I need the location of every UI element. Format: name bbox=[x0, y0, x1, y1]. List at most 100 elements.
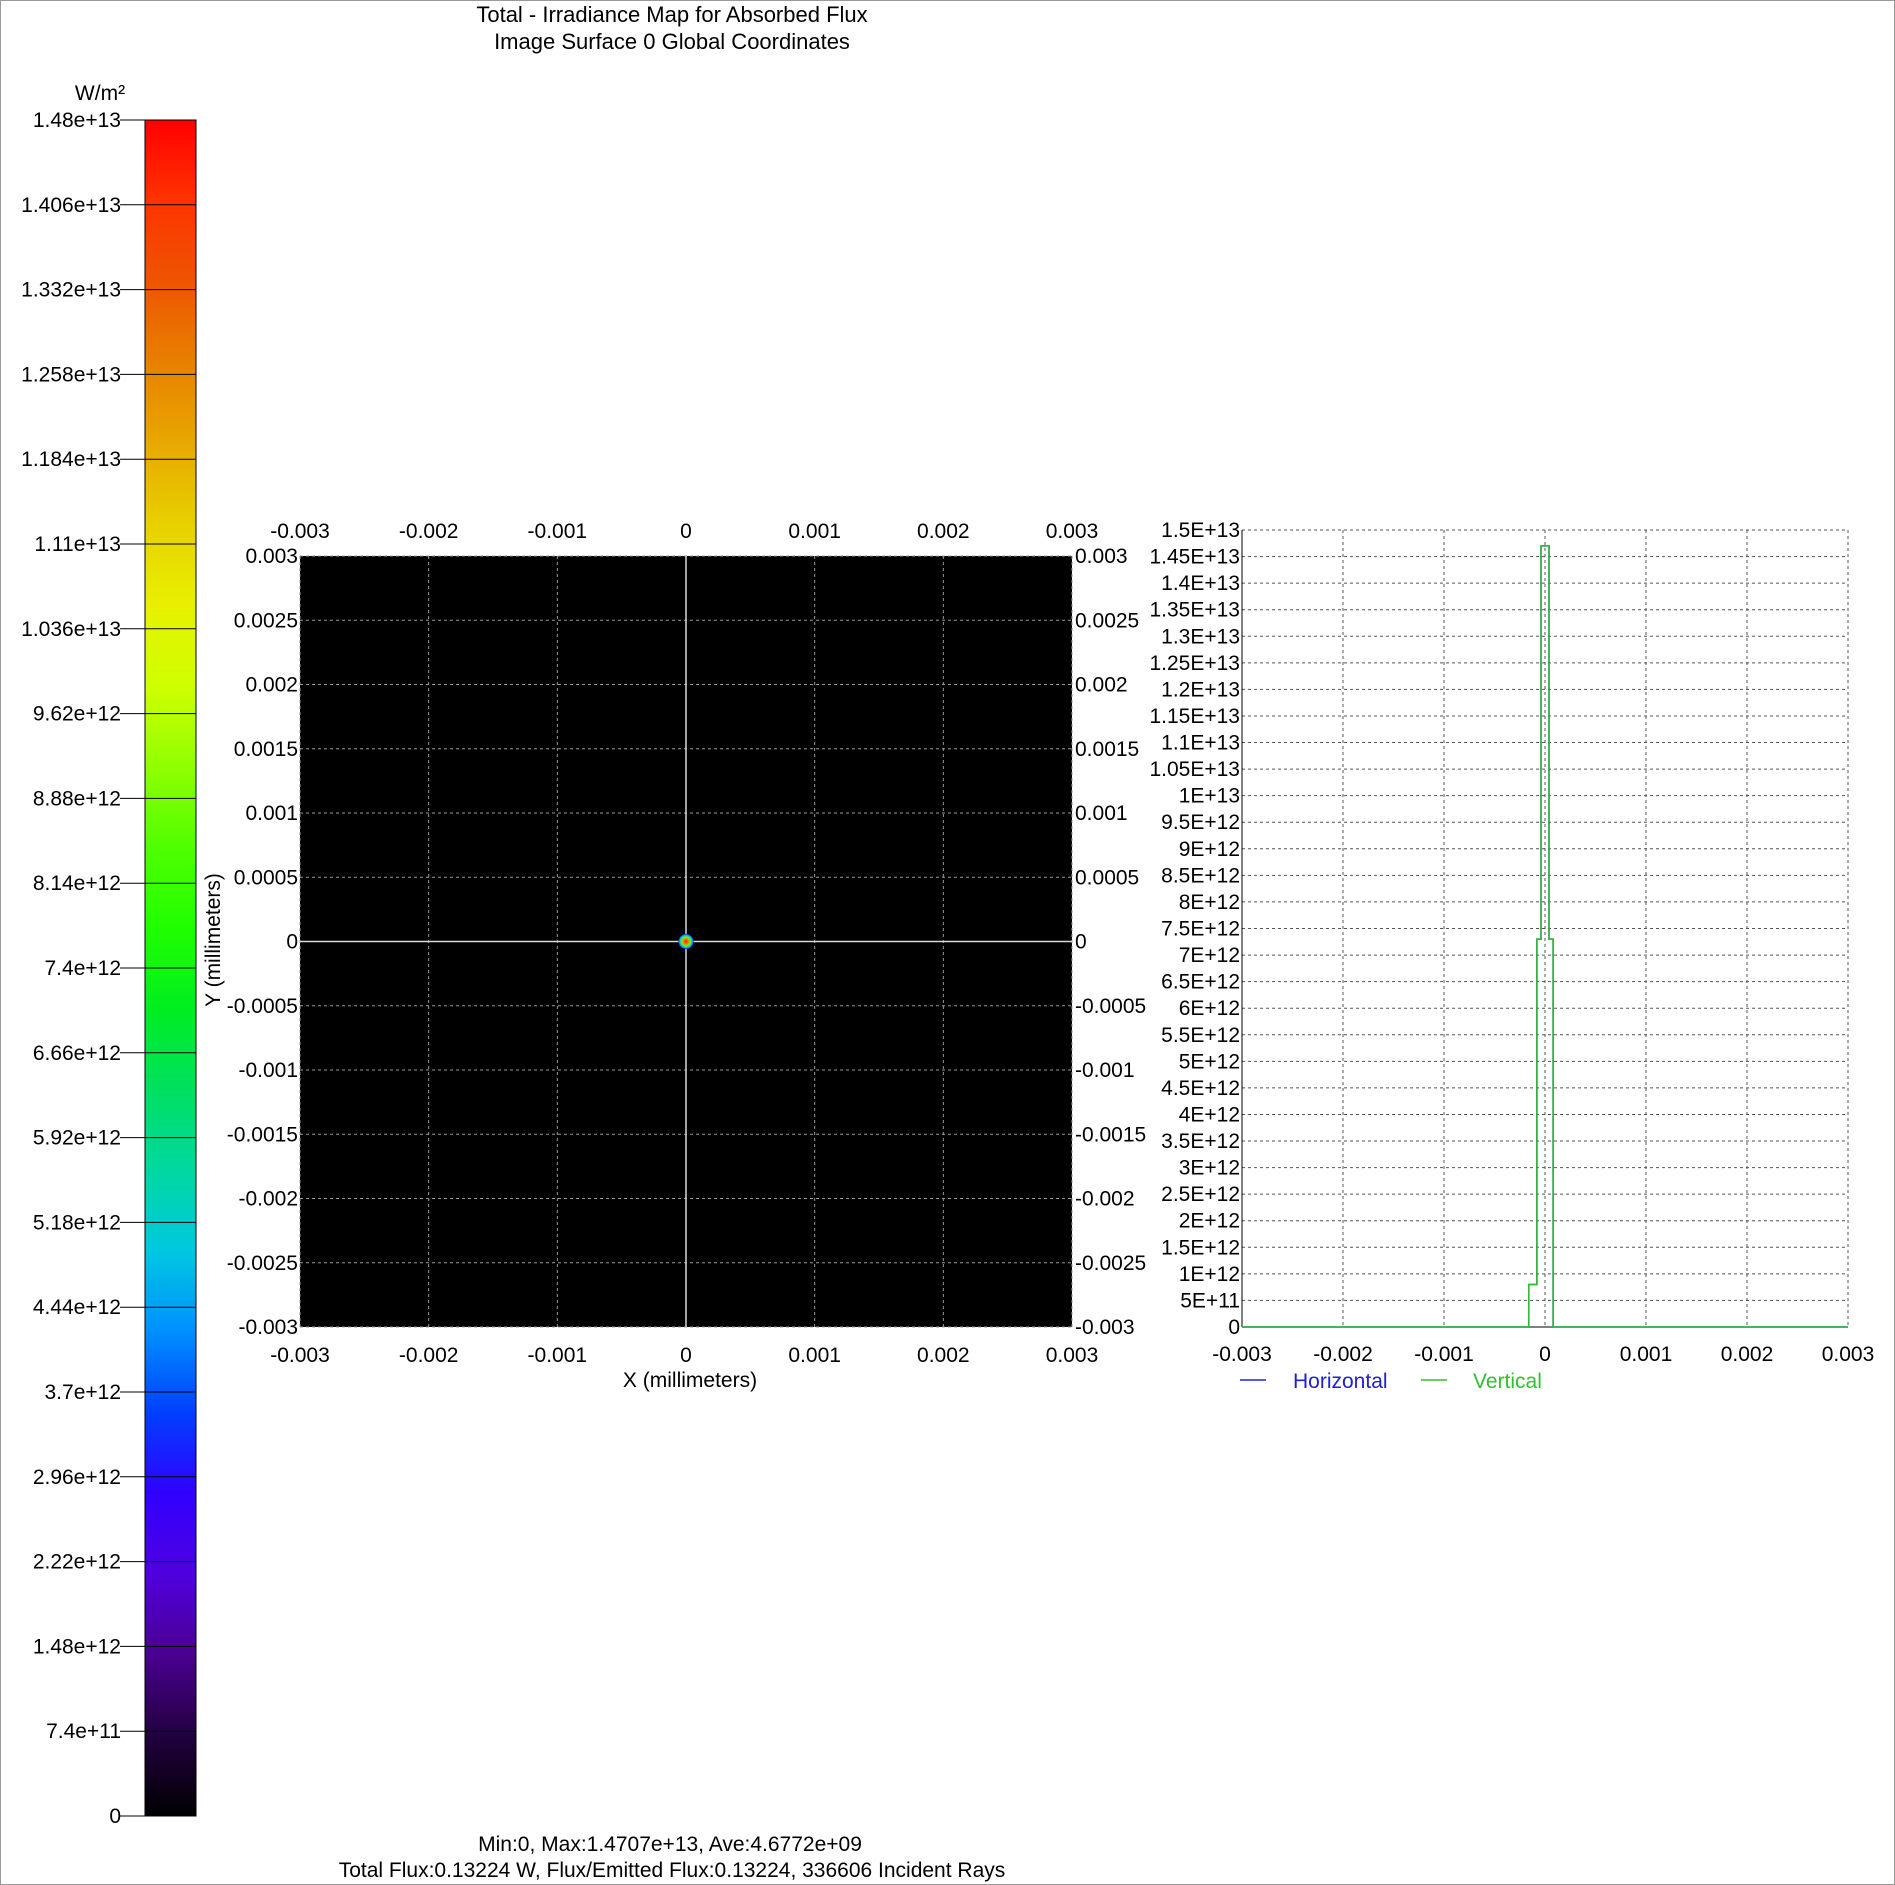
colorbar-tick-label: 1.48e+13 bbox=[33, 109, 121, 132]
map-right-tick-label: 0.0015 bbox=[1075, 738, 1139, 761]
profile-y-tick-label: 0 bbox=[1228, 1316, 1240, 1339]
profile-y-tick-label: 4E+12 bbox=[1179, 1103, 1240, 1126]
map-left-tick-label: -0.0015 bbox=[227, 1123, 298, 1146]
map-left-tick-label: 0 bbox=[286, 931, 298, 954]
profile-y-tick-label: 6E+12 bbox=[1179, 997, 1240, 1020]
figure-canvas: Total - Irradiance Map for Absorbed Flux… bbox=[21, 2, 1874, 1882]
profile-y-tick-label: 4.5E+12 bbox=[1161, 1077, 1240, 1100]
colorbar-tick-label: 1.11e+13 bbox=[34, 533, 121, 556]
map-left-tick-label: -0.0005 bbox=[227, 995, 298, 1018]
title-line-2: Image Surface 0 Global Coordinates bbox=[494, 29, 850, 54]
profile-y-tick-label: 7.5E+12 bbox=[1161, 918, 1240, 941]
map-right-tick-label: 0.002 bbox=[1075, 674, 1128, 697]
colorbar-tick-label: 1.258e+13 bbox=[21, 363, 121, 386]
map-y-axis-label: Y (millimeters) bbox=[202, 873, 225, 1007]
colorbar-tick-label: 2.96e+12 bbox=[33, 1466, 121, 1489]
colorbar-tick-label: 7.4e+11 bbox=[46, 1720, 121, 1743]
colorbar-tick-label: 2.22e+12 bbox=[33, 1551, 121, 1574]
map-right-tick-label: 0.0025 bbox=[1075, 609, 1139, 632]
map-right-tick-label: -0.0025 bbox=[1075, 1252, 1146, 1275]
profile-x-tick-label: 0.003 bbox=[1822, 1343, 1875, 1366]
colorbar-tick-label: 5.92e+12 bbox=[33, 1127, 121, 1150]
colorbar-unit: W/m² bbox=[75, 82, 125, 105]
profile-legend: Horizontal Vertical bbox=[1240, 1370, 1542, 1393]
map-bottom-tick-label: 0.003 bbox=[1046, 1344, 1099, 1367]
profile-y-tick-label: 8.5E+12 bbox=[1161, 864, 1240, 887]
profile-y-tick-label: 1.35E+13 bbox=[1149, 599, 1240, 622]
colorbar-tick-label: 9.62e+12 bbox=[33, 703, 121, 726]
colorbar-tick-label: 0 bbox=[109, 1805, 121, 1828]
profile-y-tick-label: 1E+12 bbox=[1179, 1263, 1240, 1286]
map-bottom-tick-label: -0.002 bbox=[399, 1344, 459, 1367]
profile-y-tick-label: 5.5E+12 bbox=[1161, 1024, 1240, 1047]
colorbar-tick-label: 4.44e+12 bbox=[33, 1296, 121, 1319]
colorbar-tick-label: 1.184e+13 bbox=[21, 448, 121, 471]
profile-y-tick-label: 5E+11 bbox=[1180, 1289, 1240, 1312]
map-left-tick-label: 0.002 bbox=[245, 674, 298, 697]
profile-y-tick-label: 1.15E+13 bbox=[1149, 705, 1240, 728]
map-left-tick-label: -0.002 bbox=[238, 1188, 298, 1211]
colorbar: W/m² 1.48e+13 1.406e+13 1.332e+13 1.258e+13… bbox=[21, 82, 197, 1828]
colorbar-tick-label: 1.406e+13 bbox=[21, 194, 121, 217]
map-left-tick-label: -0.003 bbox=[238, 1316, 298, 1339]
map-right-tick-label: -0.0005 bbox=[1075, 995, 1146, 1018]
map-bottom-tick-label: -0.001 bbox=[528, 1344, 588, 1367]
profile-plot: -0.003 -0.002 -0.001 0 0.001 0.002 0.003 1.5E+1… bbox=[1149, 519, 1874, 1393]
colorbar-tick-label: 3.7e+12 bbox=[45, 1381, 122, 1404]
profile-x-tick-label: -0.003 bbox=[1212, 1343, 1272, 1366]
legend-vertical-label: Vertical bbox=[1473, 1370, 1542, 1393]
map-top-tick-label: -0.002 bbox=[399, 520, 459, 543]
map-right-tick-label: -0.0015 bbox=[1075, 1123, 1146, 1146]
profile-y-tick-label: 1.25E+13 bbox=[1149, 652, 1240, 675]
colorbar-tick-label: 1.332e+13 bbox=[21, 279, 121, 302]
map-left-tick-label: -0.0025 bbox=[227, 1252, 298, 1275]
map-top-tick-label: 0.001 bbox=[788, 520, 841, 543]
irradiance-map: -0.003 -0.003 -0.002 -0.002 -0.001 -0.001 0 0 0.… bbox=[202, 520, 1146, 1392]
colorbar-tick-label: 7.4e+12 bbox=[45, 957, 122, 980]
profile-y-tick-label: 6.5E+12 bbox=[1161, 971, 1240, 994]
profile-y-tick-label: 1E+13 bbox=[1179, 785, 1240, 808]
map-left-tick-label: 0.0005 bbox=[234, 866, 298, 889]
legend-horizontal-label: Horizontal bbox=[1293, 1370, 1388, 1393]
profile-x-tick-label: 0.002 bbox=[1721, 1343, 1774, 1366]
map-bottom-tick-label: 0.001 bbox=[788, 1344, 841, 1367]
map-left-tick-label: 0.0025 bbox=[234, 609, 298, 632]
profile-y-tick-label: 1.05E+13 bbox=[1149, 758, 1240, 781]
map-left-tick-label: -0.001 bbox=[238, 1059, 298, 1082]
profile-x-tick-label: 0 bbox=[1539, 1343, 1551, 1366]
map-right-tick-label: -0.003 bbox=[1075, 1316, 1135, 1339]
profile-y-tick-label: 7E+12 bbox=[1179, 944, 1240, 967]
colorbar-tick-label: 8.88e+12 bbox=[33, 787, 121, 810]
map-left-tick-label: 0.001 bbox=[245, 802, 298, 825]
colorbar-tick-label: 1.48e+12 bbox=[33, 1635, 121, 1658]
profile-x-tick-label: -0.001 bbox=[1414, 1343, 1474, 1366]
map-right-tick-label: 0.003 bbox=[1075, 545, 1128, 568]
map-bottom-tick-label: 0.002 bbox=[917, 1344, 970, 1367]
map-top-tick-label: 0 bbox=[680, 520, 692, 543]
profile-y-tick-label: 1.5E+12 bbox=[1161, 1236, 1240, 1259]
profile-y-tick-label: 9.5E+12 bbox=[1161, 811, 1240, 834]
map-top-tick-label: -0.003 bbox=[270, 520, 330, 543]
profile-y-tick-label: 1.2E+13 bbox=[1161, 678, 1240, 701]
map-bottom-tick-label: -0.003 bbox=[270, 1344, 330, 1367]
profile-y-tick-label: 1.5E+13 bbox=[1161, 519, 1240, 542]
map-right-tick-label: 0.0005 bbox=[1075, 866, 1139, 889]
title-line-1: Total - Irradiance Map for Absorbed Flux bbox=[476, 2, 867, 27]
profile-y-tick-label: 9E+12 bbox=[1179, 838, 1240, 861]
profile-x-tick-label: -0.002 bbox=[1313, 1343, 1373, 1366]
colorbar-tick-label: 1.036e+13 bbox=[21, 618, 121, 641]
map-x-axis-label: X (millimeters) bbox=[623, 1369, 757, 1392]
map-bottom-tick-label: 0 bbox=[680, 1344, 692, 1367]
profile-y-tick-label: 2.5E+12 bbox=[1161, 1183, 1240, 1206]
map-top-tick-label: 0.002 bbox=[917, 520, 970, 543]
map-top-tick-label: 0.003 bbox=[1046, 520, 1099, 543]
profile-y-tick-label: 5E+12 bbox=[1179, 1050, 1240, 1073]
irradiance-spot bbox=[678, 933, 694, 950]
profile-y-tick-label: 8E+12 bbox=[1179, 891, 1240, 914]
map-left-tick-label: 0.003 bbox=[245, 545, 298, 568]
profile-y-tick-label: 1.1E+13 bbox=[1161, 732, 1240, 755]
profile-y-tick-label: 1.3E+13 bbox=[1161, 625, 1240, 648]
colorbar-tick-label: 6.66e+12 bbox=[33, 1042, 121, 1065]
map-right-tick-label: 0.001 bbox=[1075, 802, 1128, 825]
map-right-tick-label: -0.002 bbox=[1075, 1188, 1135, 1211]
